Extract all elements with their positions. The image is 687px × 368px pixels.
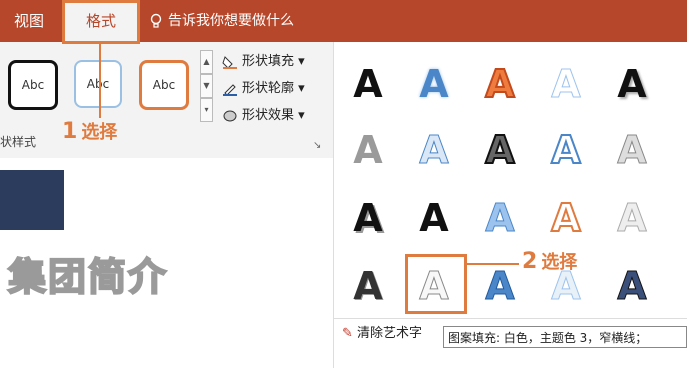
wordart-style-20[interactable]: A xyxy=(612,264,652,309)
tab-view[interactable]: 视图 xyxy=(14,0,44,42)
clear-wordart-button[interactable]: ✎ 清除艺术字 xyxy=(342,322,422,341)
wordart-style-18[interactable]: A xyxy=(480,264,520,309)
callout-step-2: 2 选择 xyxy=(522,248,577,274)
shape-style-thumb-1[interactable]: Abc xyxy=(8,60,58,110)
callout-step-1-num: 1 xyxy=(62,119,78,144)
scroll-up-icon[interactable]: ▲ xyxy=(200,50,213,74)
shape-outline-button[interactable]: 形状轮廓 ▾ xyxy=(222,77,305,96)
highlight-wordart-style xyxy=(405,254,467,314)
wordart-style-11[interactable]: A xyxy=(348,196,388,240)
shape-style-thumb-3[interactable]: Abc xyxy=(139,60,189,110)
wordart-style-13[interactable]: A xyxy=(480,196,520,241)
wordart-style-5[interactable]: A xyxy=(612,62,652,106)
wordart-style-15[interactable]: A xyxy=(612,196,652,241)
slide-title[interactable]: 集团简介 xyxy=(7,246,168,301)
shape-effects-button[interactable]: 形状效果 ▾ xyxy=(222,104,305,123)
tell-me-text: 告诉我你想要做什么 xyxy=(168,13,294,29)
gallery-divider xyxy=(333,318,687,319)
shape-outline-label: 形状轮廓 xyxy=(242,81,295,96)
paint-bucket-icon xyxy=(222,55,238,69)
wordart-style-10[interactable]: A xyxy=(612,128,652,173)
callout-step-1-text: 选择 xyxy=(81,122,118,143)
wordart-style-14[interactable]: A xyxy=(546,195,586,241)
slide-navy-block xyxy=(0,170,64,230)
pencil-icon xyxy=(222,82,238,96)
gallery-scroll[interactable]: ▲ ▼ ▾ xyxy=(200,50,213,122)
callout-line-1 xyxy=(99,44,101,118)
effects-icon xyxy=(222,109,238,123)
tell-me-box[interactable]: 告诉我你想要做什么 xyxy=(150,0,294,42)
more-icon[interactable]: ▾ xyxy=(200,98,213,122)
shape-effects-label: 形状效果 xyxy=(242,108,295,123)
callout-step-2-text: 选择 xyxy=(541,252,578,273)
callout-line-2 xyxy=(467,263,519,265)
callout-step-2-num: 2 xyxy=(522,249,538,274)
scroll-down-icon[interactable]: ▼ xyxy=(200,74,213,98)
lightbulb-icon xyxy=(150,13,162,28)
shape-fill-button[interactable]: 形状填充 ▾ xyxy=(222,50,305,69)
wordart-style-1[interactable]: A xyxy=(348,62,388,106)
wordart-style-7[interactable]: A xyxy=(414,128,454,173)
eraser-icon: ✎ xyxy=(342,326,353,341)
wordart-style-8[interactable]: A xyxy=(480,127,520,173)
dialog-launcher-icon[interactable]: ↘ xyxy=(313,140,321,151)
wordart-style-16[interactable]: A xyxy=(348,264,388,308)
wordart-style-12[interactable]: A xyxy=(414,196,454,240)
wordart-style-2[interactable]: A xyxy=(414,62,454,106)
tooltip: 图案填充: 白色，主题色 3，窄横线； xyxy=(443,326,687,348)
wordart-style-3[interactable]: A xyxy=(480,61,520,107)
group-label: 状样式 xyxy=(0,135,37,149)
shape-fill-label: 形状填充 xyxy=(242,54,295,69)
wordart-style-6[interactable]: A xyxy=(348,128,388,172)
clear-wordart-label: 清除艺术字 xyxy=(357,326,423,341)
highlight-format-tab xyxy=(62,0,140,44)
wordart-style-4[interactable]: A xyxy=(546,62,586,107)
callout-step-1: 1 选择 xyxy=(62,118,117,144)
wordart-style-9[interactable]: A xyxy=(546,127,586,173)
shape-style-thumb-2[interactable]: Abc xyxy=(74,60,122,108)
